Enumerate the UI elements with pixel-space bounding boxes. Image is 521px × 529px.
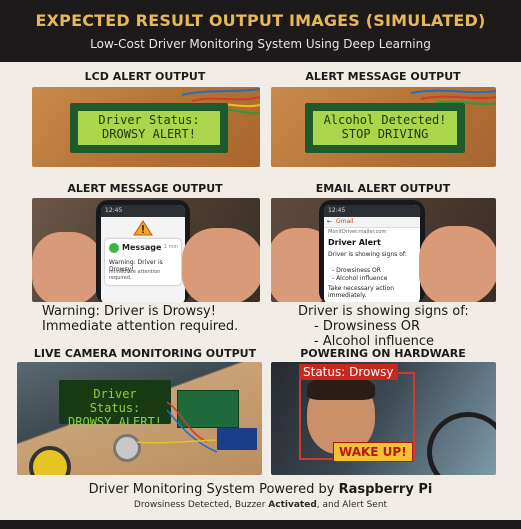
message-app-icon: [109, 243, 119, 253]
lcd-line-2: DROWSY ALERT!: [102, 127, 196, 141]
caption-line-2: Immediate attention required.: [42, 319, 239, 334]
status-bar: 12:45: [101, 205, 185, 217]
section-title-alert-message-top: ALERT MESSAGE OUTPUT: [305, 70, 461, 83]
lcd-line-2: STOP DRIVING: [341, 127, 429, 141]
back-icon[interactable]: ←: [327, 218, 332, 225]
status-label: Status: Drowsy: [299, 364, 398, 380]
email-body-4: Take necessary action immediately.: [328, 285, 395, 299]
email-body-2: - Drowsiness OR: [332, 267, 381, 274]
email-sender: MonitDriver.rnailer.com: [328, 229, 387, 235]
wake-up-alert: WAKE UP!: [333, 442, 413, 462]
page-title: EXPECTED RESULT OUTPUT IMAGES (SIMULATED…: [35, 11, 486, 30]
caption-line-2: - Drowsiness OR: [314, 319, 421, 334]
hand-graphic: [32, 232, 104, 302]
footer-prefix: Driver Monitoring System Powered by: [88, 482, 335, 497]
section-title-alert-message: ALERT MESSAGE OUTPUT: [67, 182, 223, 195]
footer-line-2: Drowsiness Detected, Buzzer Activated, a…: [0, 500, 521, 510]
footer-line-2a: Drowsiness Detected, Buzzer: [133, 500, 266, 510]
phone-screen: 12:45 Message 1 min Warning: Driver is D…: [101, 205, 185, 302]
phone-message-image: 12:45 Message 1 min Warning: Driver is D…: [32, 198, 260, 302]
gmail-label: Gmail: [336, 218, 354, 225]
caption-line-1: Driver is showing signs of:: [298, 304, 469, 319]
hand-graphic: [419, 226, 496, 302]
status-bar: 12:45: [324, 205, 420, 217]
section-title-powering: POWERING ON HARDWARE: [300, 347, 466, 360]
section-title-email: EMAIL ALERT OUTPUT: [315, 182, 451, 195]
lcd-line-1: Alcohol Detected!: [323, 113, 447, 127]
header-banner: EXPECTED RESULT OUTPUT IMAGES (SIMULATED…: [0, 0, 521, 62]
phone-email-image: 12:45 ← Gmail MonitDriver.rnailer.com Dr…: [271, 198, 496, 302]
notification-card[interactable]: Message 1 min Warning: Driver is Drowsy!…: [105, 239, 181, 285]
hand-graphic: [182, 228, 260, 302]
email-subject: Driver Alert: [328, 238, 381, 247]
email-body-3: - Alcohol influence: [332, 275, 388, 282]
section-title-camera: LIVE CAMERA MONITORING OUTPUT: [33, 347, 257, 360]
lcd-screen: Driver Status: DROWSY ALERT!: [78, 111, 220, 145]
lcd-module: Driver Status: DROWSY ALERT!: [70, 103, 228, 153]
lcd-module: Alcohol Detected! STOP DRIVING: [305, 103, 465, 153]
phone-device: 12:45 ← Gmail MonitDriver.rnailer.com Dr…: [319, 200, 425, 302]
notification-time: 1 min: [163, 244, 178, 250]
lcd-alert-image: Driver Status: DROWSY ALERT!: [32, 87, 260, 167]
phone-device: 12:45 Message 1 min Warning: Driver is D…: [96, 200, 190, 302]
bottom-bar: [0, 520, 521, 529]
email-caption: Driver is showing signs of: - Drowsiness…: [298, 304, 469, 349]
page-subtitle: Low-Cost Driver Monitoring System Using …: [90, 37, 431, 51]
warning-icon: [133, 220, 153, 236]
phone-screen: 12:45 ← Gmail MonitDriver.rnailer.com Dr…: [324, 205, 420, 302]
footer-line-1: Driver Monitoring System Powered by Rasp…: [0, 482, 521, 497]
hardware-camera-image: Driver Status: DROWSY ALERT!: [17, 362, 262, 475]
footer-line-2c: , and Alert Sent: [316, 500, 388, 510]
footer-line-2b: Activated: [268, 500, 317, 510]
drowsy-face-image: Status: Drowsy WAKE UP!: [271, 362, 496, 475]
email-body-1: Driver is showing signs of:: [328, 251, 407, 258]
notification-app-label: Message: [122, 243, 162, 252]
caption-line-1: Warning: Driver is Drowsy!: [42, 304, 216, 319]
gmail-toolbar: ← Gmail: [324, 217, 420, 228]
footer-brand: Raspberry Pi: [338, 482, 433, 497]
lcd-screen: Alcohol Detected! STOP DRIVING: [313, 111, 457, 145]
steering-wheel-graphic: [427, 412, 496, 475]
alert-message-caption: Warning: Driver is Drowsy! Immediate att…: [42, 304, 238, 334]
notification-line-2: Immediate attention required.: [109, 269, 161, 281]
status-time: 12:45: [328, 207, 346, 214]
alcohol-alert-image: Alcohol Detected! STOP DRIVING: [271, 87, 496, 167]
section-title-lcd: LCD ALERT OUTPUT: [84, 70, 206, 83]
wires-graphic: [136, 401, 218, 453]
lcd-line-1: Driver Status:: [98, 113, 200, 127]
status-time: 12:45: [105, 207, 123, 214]
